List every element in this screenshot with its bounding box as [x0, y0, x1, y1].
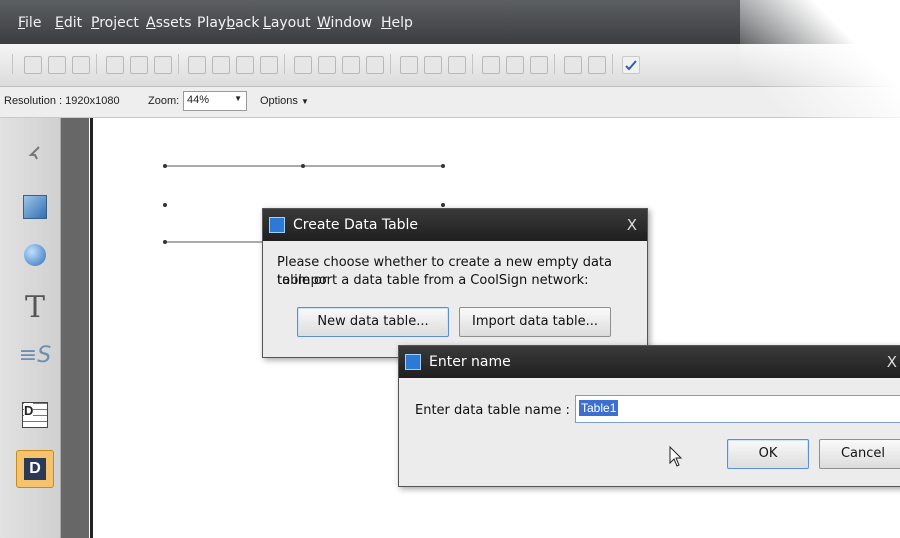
align-center-icon[interactable]: [48, 56, 66, 74]
resolution-label: Resolution : 1920x1080: [4, 95, 120, 107]
canvas-gutter: [61, 118, 89, 538]
table-name-value: Table1: [579, 400, 619, 416]
close-icon[interactable]: X: [887, 353, 897, 371]
menu-window[interactable]: Window: [317, 15, 372, 31]
group-icon[interactable]: [530, 56, 548, 74]
ellipse-tool[interactable]: [20, 240, 50, 270]
chevron-down-icon: ▼: [300, 97, 309, 106]
distribute-edges-icon[interactable]: [260, 56, 278, 74]
menu-playback[interactable]: Playback: [197, 15, 259, 31]
zoom-select[interactable]: 44% ▼: [183, 91, 247, 111]
script-text-icon: ≡S: [18, 342, 52, 368]
text-tool-icon: T: [24, 289, 45, 325]
data-tool-selected[interactable]: D: [16, 450, 54, 488]
toolbar-separator: [554, 54, 555, 74]
align-left-icon[interactable]: [24, 56, 42, 74]
dialog-title-bar: Enter name X: [399, 346, 900, 378]
enter-name-dialog: Enter name X Enter data table name : Tab…: [398, 345, 900, 487]
cancel-button[interactable]: Cancel: [819, 439, 900, 469]
paste-icon[interactable]: [588, 56, 606, 74]
zoom-value: 44%: [187, 94, 210, 106]
toolbar-separator: [390, 54, 391, 74]
script-text-tool[interactable]: ≡S: [18, 340, 52, 370]
distribute-center-icon[interactable]: [236, 56, 254, 74]
new-data-table-button[interactable]: New data table...: [297, 307, 449, 337]
zoom-label: Zoom:: [148, 95, 180, 107]
menu-edit[interactable]: Edit: [55, 15, 82, 31]
pointer-icon: [28, 146, 40, 160]
menu-help[interactable]: Help: [381, 15, 413, 31]
options-bar: Resolution : 1920x1080 Zoom: 44% ▼ Optio…: [0, 87, 900, 118]
dialog-title: Enter name: [429, 354, 511, 370]
toolbar-separator: [12, 54, 13, 74]
text-tool[interactable]: T: [20, 289, 50, 325]
dialog-message-line2: to import a data table from a CoolSign n…: [277, 273, 589, 288]
align-bottom-icon[interactable]: [154, 56, 172, 74]
pointer-tool[interactable]: [20, 138, 50, 168]
app-window: File Edit Project Assets Playback Layout…: [0, 0, 900, 538]
bring-front-icon[interactable]: [482, 56, 500, 74]
menu-bar: File Edit Project Assets Playback Layout…: [0, 0, 900, 44]
app-icon: [405, 354, 421, 370]
options-menu[interactable]: Options ▼: [260, 95, 309, 107]
same-size-icon[interactable]: [448, 56, 466, 74]
dialog-title: Create Data Table: [293, 217, 419, 233]
vertical-spacing-icon[interactable]: [318, 56, 336, 74]
toolbar-separator: [472, 54, 473, 74]
data-grid-icon: D: [22, 402, 48, 428]
menu-file[interactable]: File: [18, 15, 41, 31]
same-width-icon[interactable]: [400, 56, 418, 74]
ok-button[interactable]: OK: [727, 439, 809, 469]
import-data-table-button[interactable]: Import data table...: [459, 307, 611, 337]
vertical-center-icon[interactable]: [342, 56, 360, 74]
data-grid-tool[interactable]: D: [20, 400, 50, 430]
rectangle-tool-icon: [23, 195, 47, 219]
ellipse-tool-icon: [24, 244, 46, 266]
distribute-vertical-icon[interactable]: [294, 56, 312, 74]
menu-project[interactable]: Project: [91, 15, 139, 31]
vertical-edges-icon[interactable]: [366, 56, 384, 74]
toolbar-separator: [284, 54, 285, 74]
script-glyph: S: [37, 342, 52, 368]
distribute-spacing-icon[interactable]: [212, 56, 230, 74]
app-icon: [269, 217, 285, 233]
same-height-icon[interactable]: [424, 56, 442, 74]
create-data-table-dialog: Create Data Table X Please choose whethe…: [262, 208, 648, 358]
align-top-icon[interactable]: [106, 56, 124, 74]
table-name-input[interactable]: Table1: [575, 395, 900, 423]
copy-icon[interactable]: [564, 56, 582, 74]
dialog-title-bar: Create Data Table X: [263, 209, 647, 241]
toolbar-separator: [178, 54, 179, 74]
rectangle-tool[interactable]: [20, 192, 50, 222]
spellcheck-icon[interactable]: [622, 56, 640, 74]
toolbar-separator: [96, 54, 97, 74]
tool-sidebar: T ≡S D D: [0, 118, 61, 538]
table-name-label: Enter data table name :: [415, 403, 570, 418]
options-label: Options: [260, 95, 298, 107]
data-grid-glyph: D: [24, 403, 34, 418]
data-tool-icon: D: [24, 458, 46, 480]
send-back-icon[interactable]: [506, 56, 524, 74]
mouse-cursor-icon: [669, 446, 683, 467]
align-middle-icon[interactable]: [130, 56, 148, 74]
distribute-horizontal-icon[interactable]: [188, 56, 206, 74]
chevron-down-icon: ▼: [234, 94, 242, 103]
toolbar: [0, 44, 900, 87]
close-icon[interactable]: X: [627, 216, 637, 234]
toolbar-separator: [612, 54, 613, 74]
menu-assets[interactable]: Assets: [146, 15, 192, 31]
menu-layout[interactable]: Layout: [263, 15, 311, 31]
align-right-icon[interactable]: [72, 56, 90, 74]
